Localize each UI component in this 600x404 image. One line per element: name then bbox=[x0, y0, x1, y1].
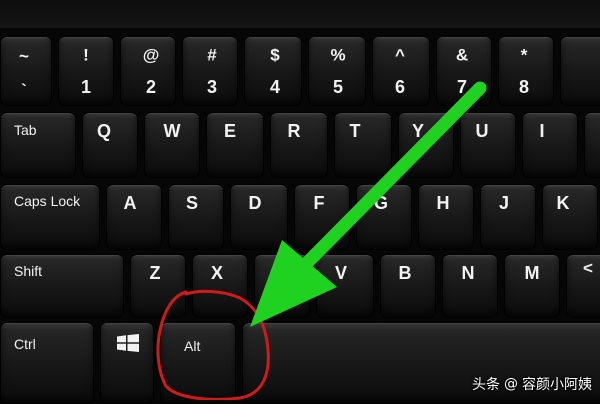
watermark-source: 头条 bbox=[472, 377, 500, 393]
watermark-author: 容颜小阿姨 bbox=[522, 377, 592, 393]
watermark-at: @ bbox=[504, 376, 518, 392]
red-hand-drawn-circle-icon bbox=[156, 289, 270, 400]
green-arrow-icon bbox=[250, 81, 487, 327]
watermark: 头条 @ 容颜小阿姨 bbox=[472, 374, 592, 394]
annotation-overlay bbox=[156, 81, 487, 400]
